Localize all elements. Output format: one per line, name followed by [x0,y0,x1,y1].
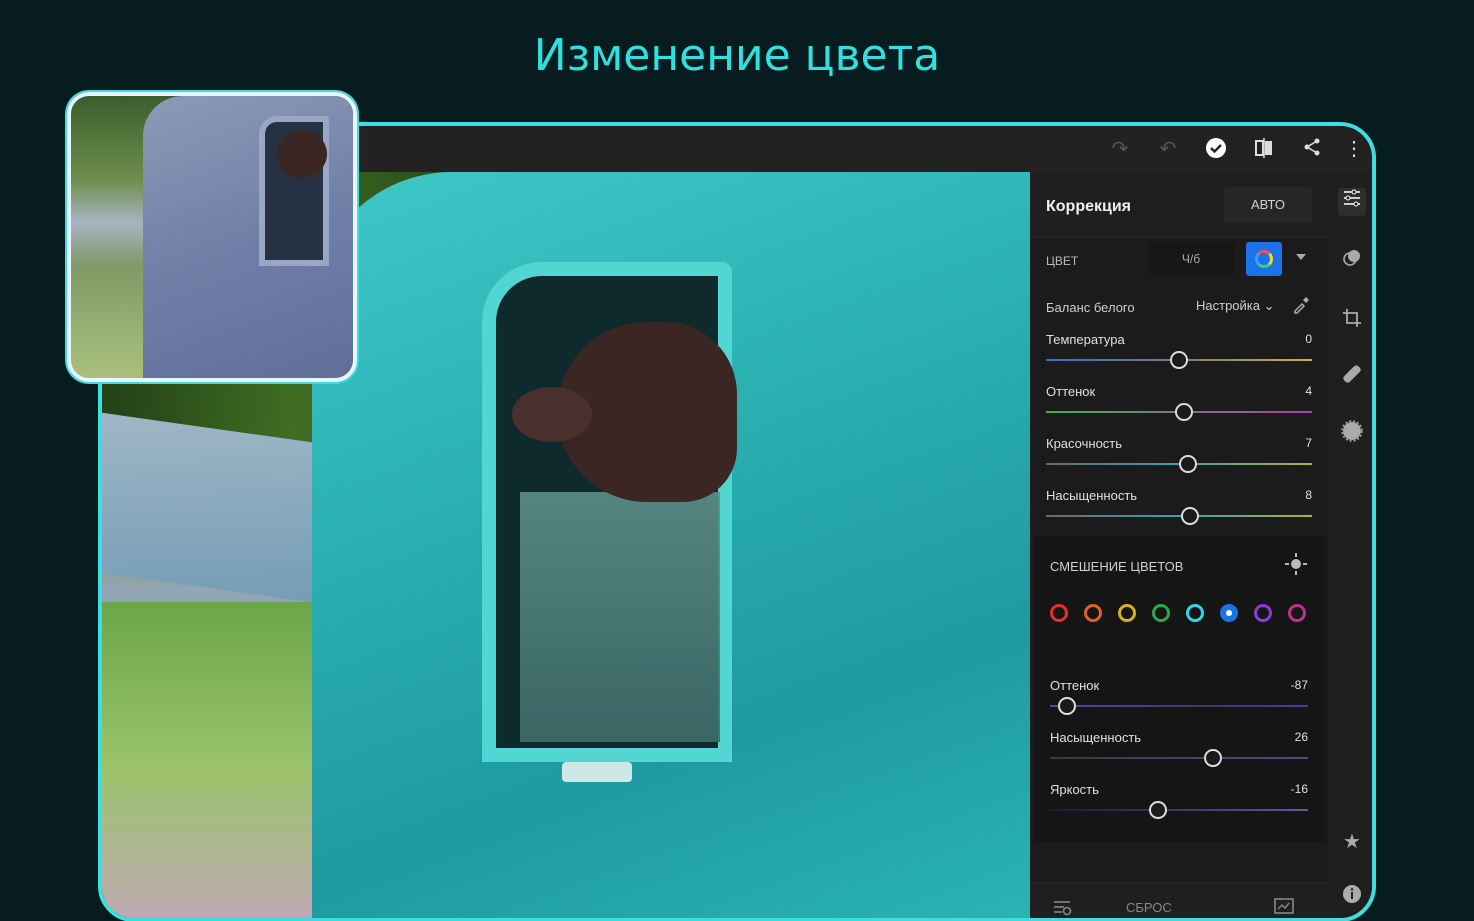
photo-door-handle [562,762,632,782]
color-mix-toggle[interactable] [1246,242,1282,276]
crop-icon[interactable] [1338,308,1366,336]
healing-icon[interactable] [1338,364,1366,392]
info-icon[interactable] [1338,884,1366,912]
slider-label: Насыщенность [1050,730,1142,745]
slider: Насыщенность 26 [1050,730,1308,782]
optics-icon[interactable] [1338,420,1366,448]
compare-icon[interactable] [1252,137,1276,161]
color-swatch[interactable] [1050,604,1068,622]
share-icon[interactable] [1300,137,1324,161]
slider-handle[interactable] [1149,801,1168,819]
slider: Насыщенность 8 [1046,488,1312,540]
redo-icon[interactable]: ↷ [1108,137,1132,161]
edit-panel: Коррекция АВТО ЦВЕТ Ч/б Баланс белого На… [1030,172,1328,918]
sliders-icon[interactable] [1338,188,1366,216]
white-balance-value: Настройка [1196,298,1260,313]
slider-value: 26 [1294,730,1308,744]
bw-toggle[interactable]: Ч/б [1148,242,1234,276]
slider: Красочность 7 [1046,436,1312,488]
slider: Температура 0 [1046,332,1312,384]
chevron-down-icon[interactable] [1296,254,1306,260]
color-mix-title: СМЕШЕНИЕ ЦВЕТОВ [1050,559,1184,574]
slider-handle[interactable] [1179,455,1198,473]
slider-value: 0 [1305,332,1312,346]
slider-label: Яркость [1050,782,1099,797]
slider-label: Красочность [1046,436,1123,451]
photo-dog-snout [512,387,592,442]
undo-icon[interactable]: ↶ [1156,137,1180,161]
check-circle-icon[interactable] [1204,137,1228,161]
slider-value: 4 [1305,384,1312,398]
slider-handle[interactable] [1170,351,1188,369]
slider-value: -87 [1290,678,1308,692]
slider-track[interactable] [1046,515,1312,517]
color-label: ЦВЕТ [1046,254,1079,268]
star-icon[interactable]: ★ [1338,828,1366,856]
slider-label: Оттенок [1050,678,1100,693]
slider-handle[interactable] [1057,697,1076,715]
slider: Оттенок -87 [1050,678,1308,730]
auto-button[interactable]: АВТО [1224,187,1312,223]
target-adjust-icon[interactable] [1284,552,1308,582]
more-vert-icon[interactable]: ⋮ [1342,137,1366,161]
eyedropper-icon[interactable] [1292,296,1310,319]
white-balance-select[interactable]: Настройка ⌄ [1196,298,1275,314]
slider-track[interactable] [1050,809,1308,811]
panel-header: Коррекция АВТО [1030,172,1328,238]
slider-value: 8 [1305,488,1312,502]
color-swatch[interactable] [1254,604,1272,622]
slider-handle[interactable] [1175,403,1194,421]
color-swatch[interactable] [1118,604,1136,622]
color-swatch[interactable] [1186,604,1204,622]
slider-handle[interactable] [1203,749,1222,767]
before-after-icon[interactable] [1274,897,1294,918]
headline: Изменение цвета [533,30,941,81]
presets-icon[interactable] [1052,897,1072,918]
slider-label: Оттенок [1046,384,1096,399]
color-swatch[interactable] [1220,604,1238,622]
slider: Оттенок 4 [1046,384,1312,436]
slider-label: Температура [1046,332,1125,347]
color-wheel-icon [1255,250,1273,268]
masking-icon[interactable] [1338,248,1366,276]
color-mode-row: ЦВЕТ Ч/б [1030,242,1328,282]
slider-label: Насыщенность [1046,488,1138,503]
thumbnail-dog [277,130,327,178]
reset-button[interactable]: СБРОС [1126,900,1172,915]
color-swatch[interactable] [1152,604,1170,622]
chevron-down-icon: ⌄ [1263,298,1275,313]
panel-title: Коррекция [1046,198,1131,215]
panel-footer: СБРОС [1030,882,1328,918]
slider-value: 7 [1305,436,1312,450]
original-photo-thumbnail [67,92,357,382]
slider-track[interactable] [1050,705,1308,707]
slider-handle[interactable] [1180,507,1199,525]
slider: Яркость -16 [1050,782,1308,834]
color-mix-section: СМЕШЕНИЕ ЦВЕТОВ Оттенок -87 Насыщенность 26… [1034,536,1324,842]
slider-value: -16 [1290,782,1308,796]
color-swatch[interactable] [1084,604,1102,622]
tool-rail: ★ [1328,172,1372,918]
slider-track[interactable] [1050,757,1308,759]
photo-window-glass [520,492,720,742]
white-balance-label: Баланс белого [1046,300,1135,315]
color-swatch[interactable] [1288,604,1306,622]
